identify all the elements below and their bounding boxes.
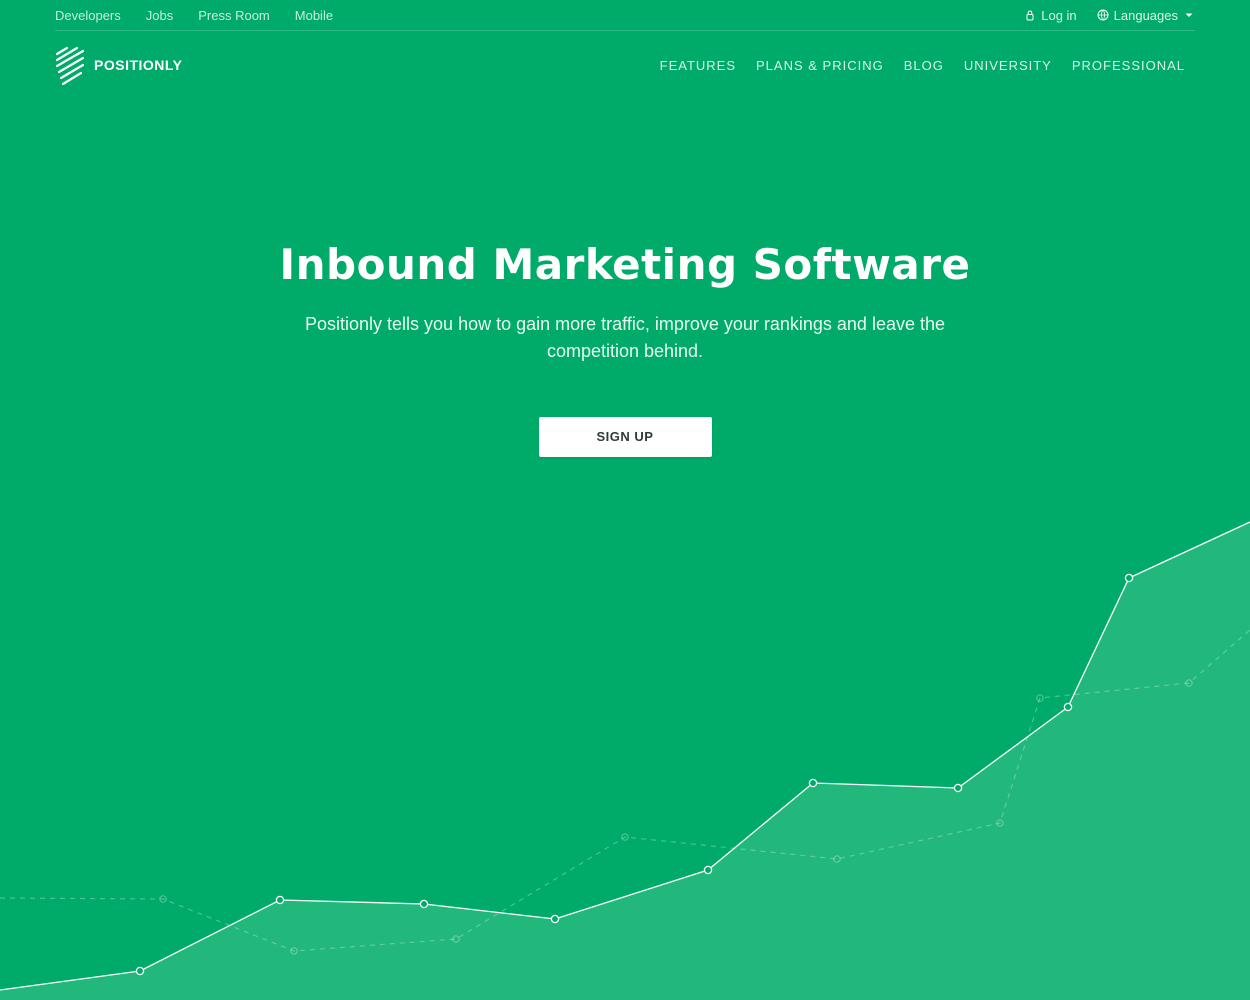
caret-down-icon	[1183, 9, 1195, 21]
chart-area-fill	[0, 522, 1250, 1000]
developers-link[interactable]: Developers	[55, 8, 121, 23]
nav-professional[interactable]: PROFESSIONAL	[1072, 58, 1185, 73]
chart-solid-point	[1124, 573, 1134, 583]
chart-solid-point	[1063, 702, 1073, 712]
nav-features[interactable]: FEATURES	[660, 58, 736, 73]
decorative-growth-chart	[0, 521, 1250, 1000]
jobs-link[interactable]: Jobs	[146, 8, 173, 23]
lock-icon	[1024, 9, 1036, 21]
brand-name: POSITIONLY	[94, 57, 183, 73]
chart-solid-point	[419, 899, 429, 909]
languages-label: Languages	[1113, 7, 1178, 23]
globe-icon	[1097, 9, 1109, 21]
chart-dashed-point	[1036, 694, 1044, 702]
login-link[interactable]: Log in	[1024, 7, 1077, 23]
nav-university[interactable]: UNIVERSITY	[964, 58, 1052, 73]
utility-links: Developers Jobs Press Room Mobile	[55, 8, 333, 23]
chart-solid-point	[953, 783, 963, 793]
nav-plans-pricing[interactable]: PLANS & PRICING	[756, 58, 884, 73]
chart-solid-point	[550, 914, 560, 924]
top-utility-bar: Developers Jobs Press Room Mobile Log in…	[55, 0, 1195, 31]
sign-up-button[interactable]: SIGN UP	[538, 417, 712, 457]
utility-actions: Log in Languages	[1024, 8, 1195, 23]
nav-blog[interactable]: BLOG	[904, 58, 944, 73]
hero-subtitle: Positionly tells you how to gain more tr…	[305, 314, 945, 361]
chart-solid-point	[703, 865, 713, 875]
press-room-link[interactable]: Press Room	[198, 8, 270, 23]
main-nav: FEATURES PLANS & PRICING BLOG UNIVERSITY…	[660, 58, 1185, 73]
chart-solid-point	[808, 778, 818, 788]
chart-solid-point	[275, 895, 285, 905]
login-label: Log in	[1041, 7, 1077, 23]
brand-logo[interactable]: POSITIONLY	[55, 45, 183, 85]
positionly-logo-icon	[55, 46, 85, 85]
hero-title: Inbound Marketing Software	[279, 240, 971, 289]
mobile-link[interactable]: Mobile	[295, 8, 333, 23]
site-header: POSITIONLY FEATURES PLANS & PRICING BLOG…	[55, 40, 1195, 90]
hero-section: Inbound Marketing Software Positionly te…	[0, 240, 1250, 457]
chart-solid-point	[135, 966, 145, 976]
languages-dropdown[interactable]: Languages	[1097, 8, 1195, 23]
